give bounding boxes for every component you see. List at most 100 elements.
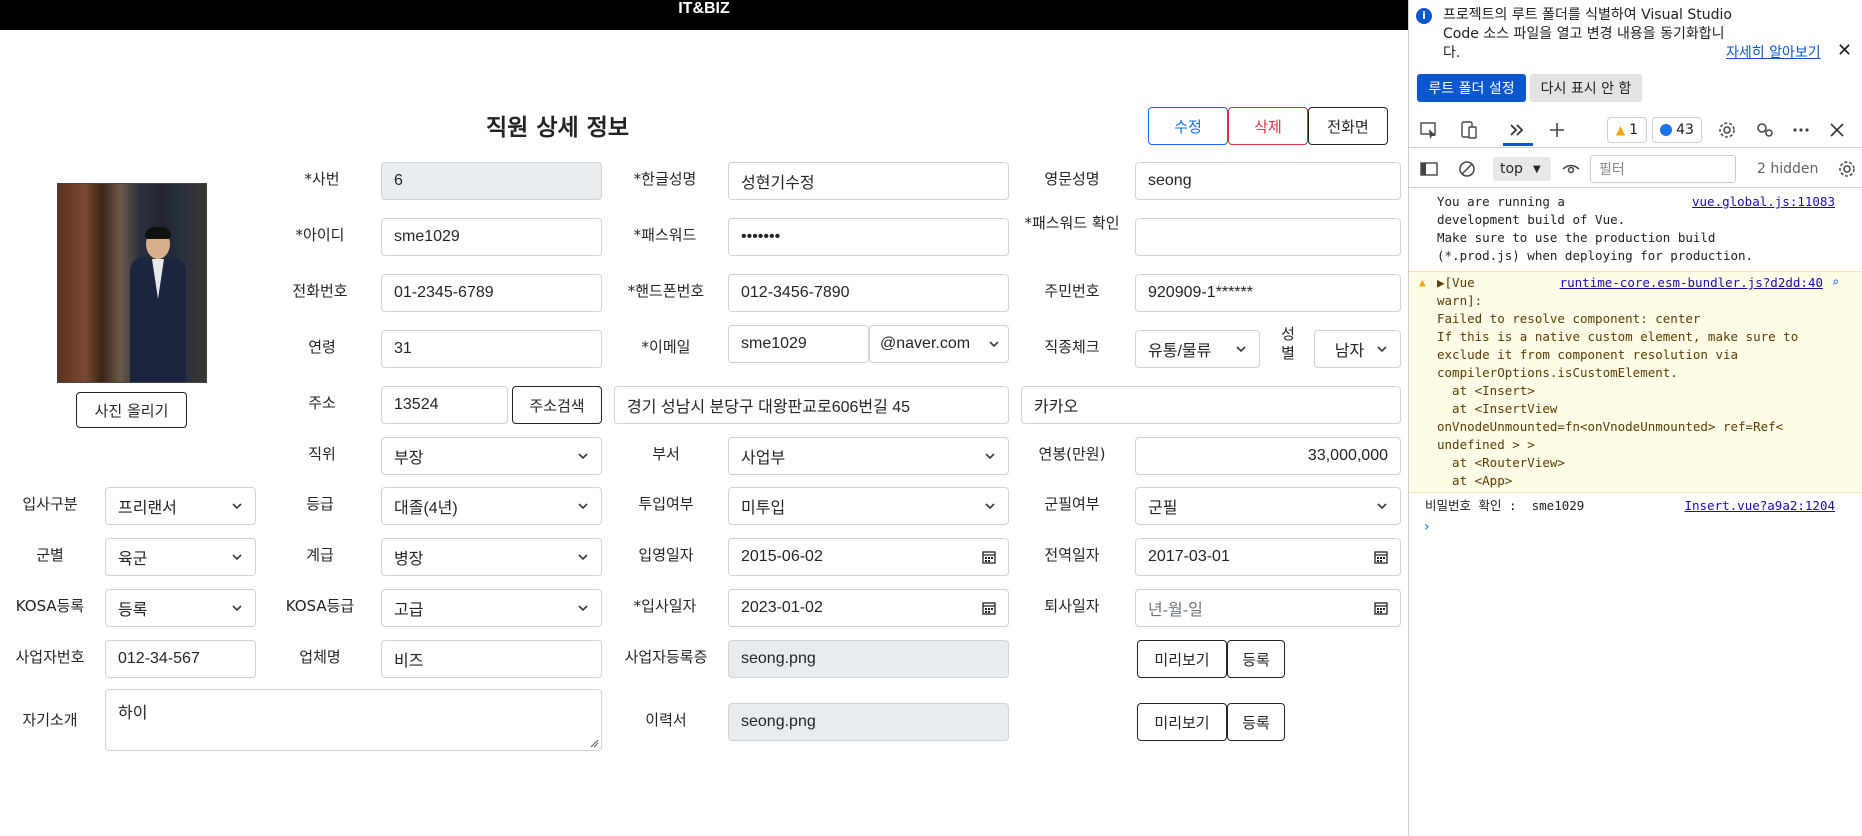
- photo-person: [128, 227, 188, 382]
- close-devtools-icon[interactable]: [1827, 120, 1847, 140]
- brand-logo[interactable]: IT&BIZ: [0, 0, 1408, 18]
- clear-console-icon[interactable]: [1457, 159, 1477, 179]
- biz-no-field[interactable]: 012-34-567: [105, 640, 256, 678]
- position-select[interactable]: 부장: [381, 437, 602, 475]
- address-search-button[interactable]: 주소검색: [512, 386, 602, 424]
- resize-grip-icon[interactable]: [590, 739, 599, 748]
- calendar-icon[interactable]: [982, 550, 996, 564]
- edit-button[interactable]: 수정: [1148, 107, 1228, 145]
- name-en-field[interactable]: seong: [1135, 162, 1401, 200]
- phone-field[interactable]: 01-2345-6789: [381, 274, 602, 312]
- chevron-down-icon: [985, 503, 995, 510]
- enlist-date-label: 입영일자: [638, 546, 694, 564]
- calendar-icon[interactable]: [1374, 550, 1388, 564]
- chevron-down-icon: [578, 554, 588, 561]
- active-tab-indicator: [1503, 143, 1533, 146]
- mobile-field[interactable]: 012-3456-7890: [728, 274, 1009, 312]
- chevron-down-icon: [985, 453, 995, 460]
- live-expression-eye-icon[interactable]: [1561, 159, 1581, 179]
- enlist-date-field[interactable]: 2015-06-02: [728, 538, 1009, 576]
- password-confirm-field[interactable]: [1135, 218, 1401, 256]
- password-field[interactable]: •••••••: [728, 218, 1009, 256]
- resident-no-label: 주민번호: [1044, 282, 1100, 300]
- company-label: 업체명: [299, 648, 341, 666]
- inspect-element-icon[interactable]: [1419, 120, 1439, 140]
- learn-more-link[interactable]: 자세히 알아보기: [1726, 42, 1821, 62]
- message-icon: [1660, 124, 1673, 136]
- biz-cert-register-button[interactable]: 등록: [1227, 640, 1285, 678]
- dont-show-again-button[interactable]: 다시 표시 안 함: [1530, 74, 1642, 102]
- console-message-log: You are running a development build of V…: [1437, 193, 1835, 263]
- search-icon[interactable]: ⌕: [1832, 273, 1839, 291]
- kosa-reg-label: KOSA등록: [15, 597, 85, 615]
- user-id-field[interactable]: sme1029: [381, 218, 602, 256]
- deploy-label: 투입여부: [638, 495, 694, 513]
- top-navbar: IT&BIZ: [0, 0, 1408, 30]
- intro-textarea[interactable]: 하이: [105, 689, 602, 751]
- military-label: 군필여부: [1044, 495, 1100, 513]
- email-domain-select[interactable]: @naver.com: [869, 325, 1009, 363]
- zip-field[interactable]: 13524: [381, 386, 508, 424]
- device-emulation-icon[interactable]: [1459, 120, 1479, 140]
- more-options-icon[interactable]: [1791, 120, 1811, 140]
- phone-label: 전화번호: [292, 282, 348, 300]
- name-kr-field[interactable]: 성현기수정: [728, 162, 1009, 200]
- military-select[interactable]: 군필: [1135, 487, 1401, 525]
- discharge-date-label: 전역일자: [1044, 546, 1100, 564]
- address-line2-field[interactable]: 카카오: [1021, 386, 1401, 424]
- console-settings-icon[interactable]: [1837, 159, 1857, 179]
- rank-label: 계급: [306, 546, 334, 564]
- salary-field[interactable]: 33,000,000: [1135, 437, 1401, 475]
- gender-select[interactable]: 남자: [1314, 330, 1401, 368]
- more-tabs-icon[interactable]: [1507, 120, 1527, 140]
- emp-no-label: *사번: [304, 170, 340, 188]
- hire-type-select[interactable]: 프리랜서: [105, 487, 256, 525]
- age-field[interactable]: 31: [381, 330, 602, 368]
- leave-date-field[interactable]: 년-월-일: [1135, 589, 1401, 627]
- company-field[interactable]: 비즈: [381, 640, 602, 678]
- kosa-grade-label: KOSA등급: [285, 597, 355, 615]
- console-message-log: 비밀번호 확인 : sme1029 Insert.vue?a9a2:1204: [1425, 497, 1835, 515]
- biz-cert-preview-button[interactable]: 미리보기: [1137, 640, 1227, 678]
- job-type-select[interactable]: 유통/물류: [1135, 330, 1260, 368]
- context-select[interactable]: top ▼: [1493, 157, 1551, 181]
- close-icon[interactable]: ✕: [1837, 40, 1852, 61]
- infobar-message: 프로젝트의 루트 폴더를 식별하여 Visual Studio Code 소스 …: [1443, 7, 1732, 61]
- source-link[interactable]: Insert.vue?a9a2:1204: [1684, 497, 1835, 515]
- resume-preview-button[interactable]: 미리보기: [1137, 703, 1227, 741]
- delete-button[interactable]: 삭제: [1228, 107, 1308, 145]
- army-branch-select[interactable]: 육군: [105, 538, 256, 576]
- messages-badge[interactable]: 43: [1652, 117, 1702, 143]
- address-line1-field[interactable]: 경기 성남시 분당구 대왕판교로606번길 45: [614, 386, 1009, 424]
- deploy-select[interactable]: 미투입: [728, 487, 1009, 525]
- kosa-reg-select[interactable]: 등록: [105, 589, 256, 627]
- set-root-folder-button[interactable]: 루트 폴더 설정: [1417, 74, 1526, 102]
- sidebar-toggle-icon[interactable]: [1419, 159, 1439, 179]
- console-filter-input[interactable]: 필터: [1590, 155, 1736, 183]
- discharge-date-field[interactable]: 2017-03-01: [1135, 538, 1401, 576]
- back-button[interactable]: 전화면: [1308, 107, 1388, 145]
- chevron-down-icon: [1377, 503, 1387, 510]
- department-select[interactable]: 사업부: [728, 437, 1009, 475]
- grade-select[interactable]: 대졸(4년): [381, 487, 602, 525]
- source-link[interactable]: vue.global.js:11083: [1692, 193, 1835, 211]
- customize-icon[interactable]: [1755, 120, 1775, 140]
- password-label: *패스워드: [633, 226, 697, 244]
- email-id-field[interactable]: sme1029: [728, 325, 869, 363]
- warnings-badge[interactable]: ▲ 1: [1607, 117, 1647, 143]
- calendar-icon[interactable]: [982, 601, 996, 615]
- resident-no-field[interactable]: 920909-1******: [1135, 274, 1401, 312]
- console-prompt-chevron-icon[interactable]: ›: [1424, 519, 1430, 535]
- chevron-down-icon: [232, 554, 242, 561]
- name-kr-label: *한글성명: [633, 170, 697, 188]
- kosa-grade-select[interactable]: 고급: [381, 589, 602, 627]
- add-tab-icon[interactable]: [1547, 120, 1567, 140]
- calendar-icon[interactable]: [1374, 601, 1388, 615]
- source-link[interactable]: runtime-core.esm-bundler.js?d2dd:40: [1560, 274, 1823, 292]
- settings-gear-icon[interactable]: [1717, 120, 1737, 140]
- rank-select[interactable]: 병장: [381, 538, 602, 576]
- upload-photo-button[interactable]: 사진 올리기: [76, 392, 187, 428]
- join-date-field[interactable]: 2023-01-02: [728, 589, 1009, 627]
- resume-register-button[interactable]: 등록: [1227, 703, 1285, 741]
- hidden-count: 2 hidden: [1757, 161, 1819, 177]
